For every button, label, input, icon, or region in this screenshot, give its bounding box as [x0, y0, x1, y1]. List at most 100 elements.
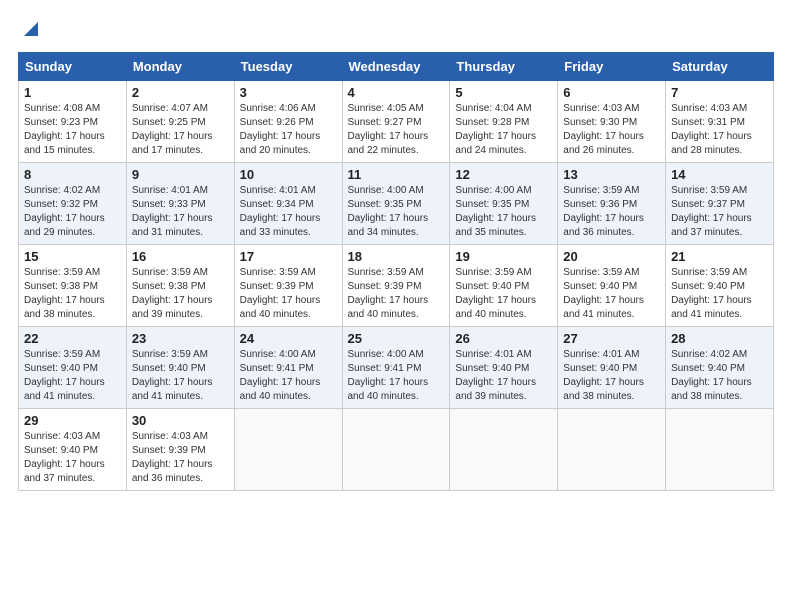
- calendar-cell: 5Sunrise: 4:04 AMSunset: 9:28 PMDaylight…: [450, 81, 558, 163]
- day-info: Sunrise: 3:59 AMSunset: 9:40 PMDaylight:…: [132, 348, 229, 404]
- day-info: Sunrise: 3:59 AMSunset: 9:37 PMDaylight:…: [671, 184, 768, 240]
- calendar-header-sunday: Sunday: [19, 53, 127, 81]
- day-number: 26: [455, 331, 552, 346]
- calendar-cell: 1 Sunrise: 4:08 AMSunset: 9:23 PMDaylight…: [19, 81, 127, 163]
- day-number: 10: [240, 167, 337, 182]
- calendar-cell: 10 Sunrise: 4:01 AMSunset: 9:34 PMDayligh…: [234, 163, 342, 245]
- calendar-cell: 8 Sunrise: 4:02 AMSunset: 9:32 PMDaylight…: [19, 163, 127, 245]
- calendar-table: SundayMondayTuesdayWednesdayThursdayFrid…: [18, 52, 774, 491]
- calendar-cell: 3Sunrise: 4:06 AMSunset: 9:26 PMDaylight…: [234, 81, 342, 163]
- calendar-cell: 19 Sunrise: 3:59 AMSunset: 9:40 PMDayligh…: [450, 245, 558, 327]
- calendar-cell: 20Sunrise: 3:59 AMSunset: 9:40 PMDayligh…: [558, 245, 666, 327]
- day-info: Sunrise: 3:59 AMSunset: 9:40 PMDaylight:…: [24, 348, 121, 404]
- day-number: 19: [455, 249, 552, 264]
- day-number: 14: [671, 167, 768, 182]
- calendar-cell: 29 Sunrise: 4:03 AMSunset: 9:40 PMDayligh…: [19, 409, 127, 491]
- calendar-cell: 22 Sunrise: 3:59 AMSunset: 9:40 PMDayligh…: [19, 327, 127, 409]
- day-number: 3: [240, 85, 337, 100]
- day-info: Sunrise: 4:08 AMSunset: 9:23 PMDaylight:…: [24, 102, 121, 158]
- calendar-cell: 25 Sunrise: 4:00 AMSunset: 9:41 PMDayligh…: [342, 327, 450, 409]
- day-number: 7: [671, 85, 768, 100]
- day-number: 18: [348, 249, 445, 264]
- day-number: 16: [132, 249, 229, 264]
- day-info: Sunrise: 3:59 AMSunset: 9:38 PMDaylight:…: [132, 266, 229, 322]
- day-info: Sunrise: 3:59 AMSunset: 9:39 PMDaylight:…: [348, 266, 445, 322]
- calendar-cell: 26 Sunrise: 4:01 AMSunset: 9:40 PMDayligh…: [450, 327, 558, 409]
- day-info: Sunrise: 4:03 AMSunset: 9:30 PMDaylight:…: [563, 102, 660, 158]
- day-info: Sunrise: 4:00 AMSunset: 9:35 PMDaylight:…: [348, 184, 445, 240]
- calendar-week-4: 22 Sunrise: 3:59 AMSunset: 9:40 PMDayligh…: [19, 327, 774, 409]
- day-info: Sunrise: 4:00 AMSunset: 9:35 PMDaylight:…: [455, 184, 552, 240]
- day-number: 11: [348, 167, 445, 182]
- calendar-week-5: 29 Sunrise: 4:03 AMSunset: 9:40 PMDayligh…: [19, 409, 774, 491]
- calendar-cell: 14 Sunrise: 3:59 AMSunset: 9:37 PMDayligh…: [666, 163, 774, 245]
- calendar-cell: [234, 409, 342, 491]
- calendar-cell: 15 Sunrise: 3:59 AMSunset: 9:38 PMDayligh…: [19, 245, 127, 327]
- day-info: Sunrise: 3:59 AMSunset: 9:40 PMDaylight:…: [563, 266, 660, 322]
- calendar-cell: 12 Sunrise: 4:00 AMSunset: 9:35 PMDayligh…: [450, 163, 558, 245]
- logo-triangle-icon: [20, 18, 42, 40]
- day-number: 1: [24, 85, 121, 100]
- day-info: Sunrise: 3:59 AMSunset: 9:40 PMDaylight:…: [455, 266, 552, 322]
- calendar-cell: [558, 409, 666, 491]
- day-info: Sunrise: 4:00 AMSunset: 9:41 PMDaylight:…: [348, 348, 445, 404]
- calendar-week-2: 8 Sunrise: 4:02 AMSunset: 9:32 PMDaylight…: [19, 163, 774, 245]
- calendar-cell: 4Sunrise: 4:05 AMSunset: 9:27 PMDaylight…: [342, 81, 450, 163]
- day-number: 8: [24, 167, 121, 182]
- day-number: 2: [132, 85, 229, 100]
- calendar-cell: 18 Sunrise: 3:59 AMSunset: 9:39 PMDayligh…: [342, 245, 450, 327]
- day-info: Sunrise: 4:01 AMSunset: 9:40 PMDaylight:…: [455, 348, 552, 404]
- calendar-cell: 6Sunrise: 4:03 AMSunset: 9:30 PMDaylight…: [558, 81, 666, 163]
- day-number: 28: [671, 331, 768, 346]
- calendar-cell: 7 Sunrise: 4:03 AMSunset: 9:31 PMDaylight…: [666, 81, 774, 163]
- calendar-header-monday: Monday: [126, 53, 234, 81]
- calendar-header-friday: Friday: [558, 53, 666, 81]
- day-info: Sunrise: 4:05 AMSunset: 9:27 PMDaylight:…: [348, 102, 445, 158]
- day-info: Sunrise: 3:59 AMSunset: 9:39 PMDaylight:…: [240, 266, 337, 322]
- calendar-cell: [342, 409, 450, 491]
- day-info: Sunrise: 3:59 AMSunset: 9:40 PMDaylight:…: [671, 266, 768, 322]
- calendar-cell: 21 Sunrise: 3:59 AMSunset: 9:40 PMDayligh…: [666, 245, 774, 327]
- calendar-cell: 28 Sunrise: 4:02 AMSunset: 9:40 PMDayligh…: [666, 327, 774, 409]
- calendar-header-tuesday: Tuesday: [234, 53, 342, 81]
- day-info: Sunrise: 4:01 AMSunset: 9:33 PMDaylight:…: [132, 184, 229, 240]
- logo: [18, 18, 42, 40]
- day-info: Sunrise: 4:07 AMSunset: 9:25 PMDaylight:…: [132, 102, 229, 158]
- day-number: 29: [24, 413, 121, 428]
- page: SundayMondayTuesdayWednesdayThursdayFrid…: [0, 0, 792, 612]
- calendar-cell: 30 Sunrise: 4:03 AMSunset: 9:39 PMDayligh…: [126, 409, 234, 491]
- calendar-cell: 17 Sunrise: 3:59 AMSunset: 9:39 PMDayligh…: [234, 245, 342, 327]
- calendar-header-saturday: Saturday: [666, 53, 774, 81]
- day-number: 30: [132, 413, 229, 428]
- day-info: Sunrise: 4:03 AMSunset: 9:31 PMDaylight:…: [671, 102, 768, 158]
- calendar-header-thursday: Thursday: [450, 53, 558, 81]
- calendar-cell: 16 Sunrise: 3:59 AMSunset: 9:38 PMDayligh…: [126, 245, 234, 327]
- day-number: 15: [24, 249, 121, 264]
- day-number: 22: [24, 331, 121, 346]
- day-info: Sunrise: 4:02 AMSunset: 9:32 PMDaylight:…: [24, 184, 121, 240]
- day-info: Sunrise: 4:03 AMSunset: 9:39 PMDaylight:…: [132, 430, 229, 486]
- day-number: 9: [132, 167, 229, 182]
- calendar-cell: 23 Sunrise: 3:59 AMSunset: 9:40 PMDayligh…: [126, 327, 234, 409]
- day-number: 13: [563, 167, 660, 182]
- day-number: 23: [132, 331, 229, 346]
- day-info: Sunrise: 4:00 AMSunset: 9:41 PMDaylight:…: [240, 348, 337, 404]
- day-number: 12: [455, 167, 552, 182]
- calendar-cell: 27Sunrise: 4:01 AMSunset: 9:40 PMDayligh…: [558, 327, 666, 409]
- day-info: Sunrise: 4:01 AMSunset: 9:40 PMDaylight:…: [563, 348, 660, 404]
- day-info: Sunrise: 4:03 AMSunset: 9:40 PMDaylight:…: [24, 430, 121, 486]
- day-number: 21: [671, 249, 768, 264]
- day-info: Sunrise: 4:02 AMSunset: 9:40 PMDaylight:…: [671, 348, 768, 404]
- day-number: 17: [240, 249, 337, 264]
- calendar-cell: 11 Sunrise: 4:00 AMSunset: 9:35 PMDayligh…: [342, 163, 450, 245]
- calendar-cell: [450, 409, 558, 491]
- day-info: Sunrise: 3:59 AMSunset: 9:38 PMDaylight:…: [24, 266, 121, 322]
- day-number: 24: [240, 331, 337, 346]
- day-info: Sunrise: 4:01 AMSunset: 9:34 PMDaylight:…: [240, 184, 337, 240]
- calendar-cell: 9 Sunrise: 4:01 AMSunset: 9:33 PMDaylight…: [126, 163, 234, 245]
- calendar-week-3: 15 Sunrise: 3:59 AMSunset: 9:38 PMDayligh…: [19, 245, 774, 327]
- calendar-cell: 13Sunrise: 3:59 AMSunset: 9:36 PMDayligh…: [558, 163, 666, 245]
- day-number: 25: [348, 331, 445, 346]
- calendar-week-1: 1 Sunrise: 4:08 AMSunset: 9:23 PMDaylight…: [19, 81, 774, 163]
- day-number: 5: [455, 85, 552, 100]
